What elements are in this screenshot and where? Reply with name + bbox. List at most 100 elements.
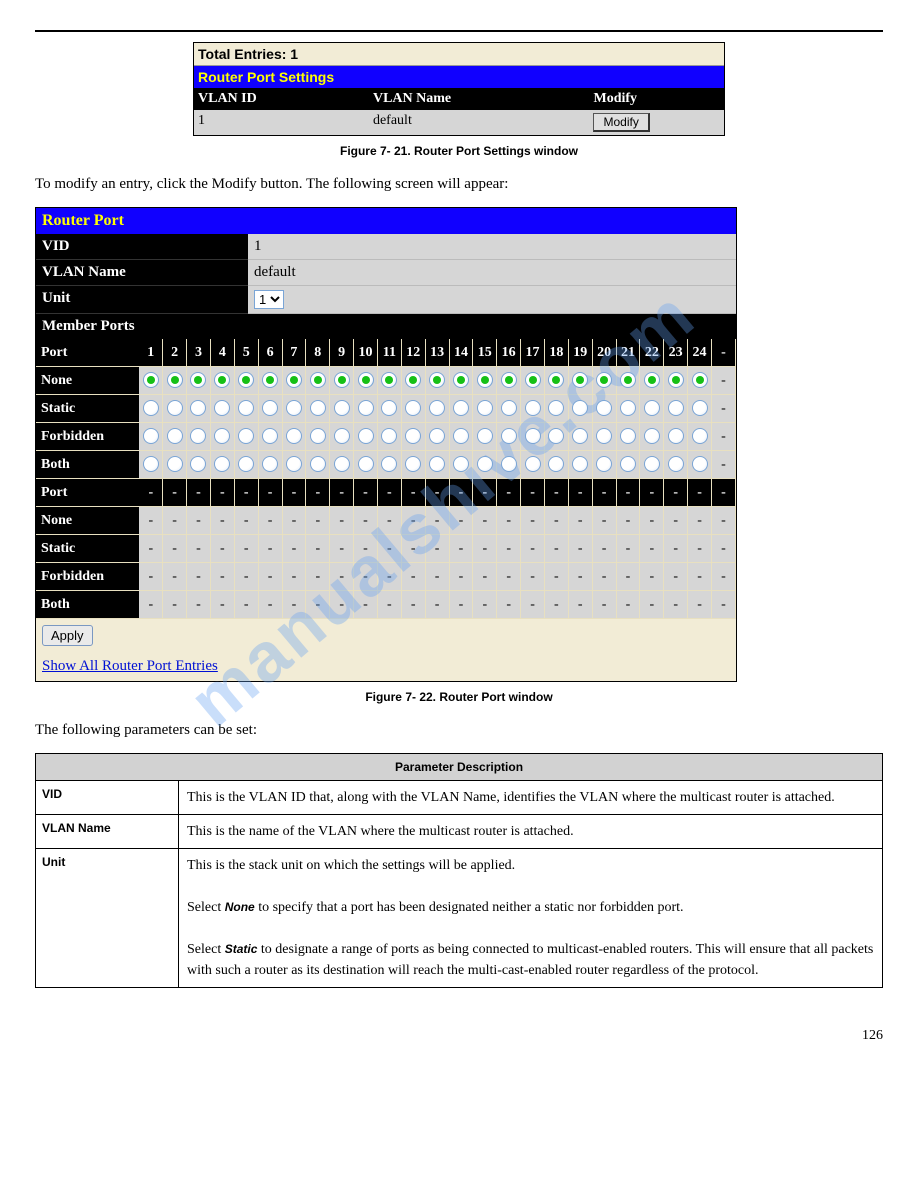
radio-none[interactable] [453, 372, 469, 388]
radio-forbidden[interactable] [525, 428, 541, 444]
radio-forbidden[interactable] [358, 428, 374, 444]
radio-static[interactable] [644, 400, 660, 416]
radio-forbidden[interactable] [381, 428, 397, 444]
radio-forbidden[interactable] [692, 428, 708, 444]
radio-forbidden[interactable] [286, 428, 302, 444]
radio-none[interactable] [310, 372, 326, 388]
radio-both[interactable] [214, 456, 230, 472]
radio-static[interactable] [692, 400, 708, 416]
radio-none[interactable] [572, 372, 588, 388]
radio-static[interactable] [334, 400, 350, 416]
radio-static[interactable] [310, 400, 326, 416]
radio-both[interactable] [620, 456, 636, 472]
radio-static[interactable] [548, 400, 564, 416]
radio-forbidden[interactable] [238, 428, 254, 444]
radio-static[interactable] [477, 400, 493, 416]
radio-forbidden[interactable] [167, 428, 183, 444]
radio-forbidden[interactable] [572, 428, 588, 444]
radio-none[interactable] [620, 372, 636, 388]
radio-none[interactable] [262, 372, 278, 388]
radio-forbidden[interactable] [310, 428, 326, 444]
radio-static[interactable] [358, 400, 374, 416]
radio-none[interactable] [548, 372, 564, 388]
radio-both[interactable] [501, 456, 517, 472]
radio-forbidden[interactable] [477, 428, 493, 444]
radio-static[interactable] [238, 400, 254, 416]
radio-both[interactable] [238, 456, 254, 472]
radio-forbidden[interactable] [501, 428, 517, 444]
radio-none[interactable] [429, 372, 445, 388]
show-all-link[interactable]: Show All Router Port Entries [36, 652, 736, 681]
radio-none[interactable] [644, 372, 660, 388]
radio-both[interactable] [310, 456, 326, 472]
radio-none[interactable] [190, 372, 206, 388]
radio-both[interactable] [358, 456, 374, 472]
radio-static[interactable] [381, 400, 397, 416]
radio-static[interactable] [190, 400, 206, 416]
radio-forbidden[interactable] [405, 428, 421, 444]
radio-both[interactable] [167, 456, 183, 472]
radio-none[interactable] [214, 372, 230, 388]
radio-forbidden[interactable] [334, 428, 350, 444]
radio-both[interactable] [548, 456, 564, 472]
radio-static[interactable] [143, 400, 159, 416]
radio-none[interactable] [381, 372, 397, 388]
radio-static[interactable] [286, 400, 302, 416]
radio-both[interactable] [429, 456, 445, 472]
radio-both[interactable] [381, 456, 397, 472]
radio-both[interactable] [596, 456, 612, 472]
radio-forbidden[interactable] [644, 428, 660, 444]
radio-both[interactable] [692, 456, 708, 472]
apply-button[interactable]: Apply [42, 625, 93, 646]
radio-static[interactable] [572, 400, 588, 416]
radio-both[interactable] [572, 456, 588, 472]
radio-both[interactable] [668, 456, 684, 472]
radio-forbidden[interactable] [214, 428, 230, 444]
radio-both[interactable] [286, 456, 302, 472]
radio-none[interactable] [334, 372, 350, 388]
radio-forbidden[interactable] [453, 428, 469, 444]
radio-both[interactable] [262, 456, 278, 472]
radio-forbidden[interactable] [190, 428, 206, 444]
radio-static[interactable] [620, 400, 636, 416]
radio-static[interactable] [525, 400, 541, 416]
radio-both[interactable] [453, 456, 469, 472]
radio-both[interactable] [143, 456, 159, 472]
radio-static[interactable] [429, 400, 445, 416]
modify-button[interactable]: Modify [593, 113, 649, 132]
radio-none[interactable] [477, 372, 493, 388]
radio-static[interactable] [596, 400, 612, 416]
radio-none[interactable] [238, 372, 254, 388]
radio-forbidden[interactable] [668, 428, 684, 444]
radio-both[interactable] [334, 456, 350, 472]
unit-select[interactable]: 1 [254, 290, 284, 309]
radio-static[interactable] [167, 400, 183, 416]
radio-static[interactable] [262, 400, 278, 416]
radio-both[interactable] [190, 456, 206, 472]
radio-forbidden[interactable] [143, 428, 159, 444]
radio-static[interactable] [501, 400, 517, 416]
radio-static[interactable] [668, 400, 684, 416]
radio-static[interactable] [214, 400, 230, 416]
radio-both[interactable] [525, 456, 541, 472]
radio-none[interactable] [525, 372, 541, 388]
radio-forbidden[interactable] [620, 428, 636, 444]
radio-static[interactable] [453, 400, 469, 416]
radio-none[interactable] [286, 372, 302, 388]
radio-none[interactable] [405, 372, 421, 388]
radio-none[interactable] [143, 372, 159, 388]
radio-none[interactable] [358, 372, 374, 388]
radio-both[interactable] [477, 456, 493, 472]
radio-static[interactable] [405, 400, 421, 416]
radio-forbidden[interactable] [262, 428, 278, 444]
radio-none[interactable] [167, 372, 183, 388]
radio-forbidden[interactable] [548, 428, 564, 444]
radio-none[interactable] [692, 372, 708, 388]
radio-none[interactable] [668, 372, 684, 388]
radio-forbidden[interactable] [596, 428, 612, 444]
radio-none[interactable] [596, 372, 612, 388]
radio-both[interactable] [405, 456, 421, 472]
radio-both[interactable] [644, 456, 660, 472]
radio-none[interactable] [501, 372, 517, 388]
radio-forbidden[interactable] [429, 428, 445, 444]
